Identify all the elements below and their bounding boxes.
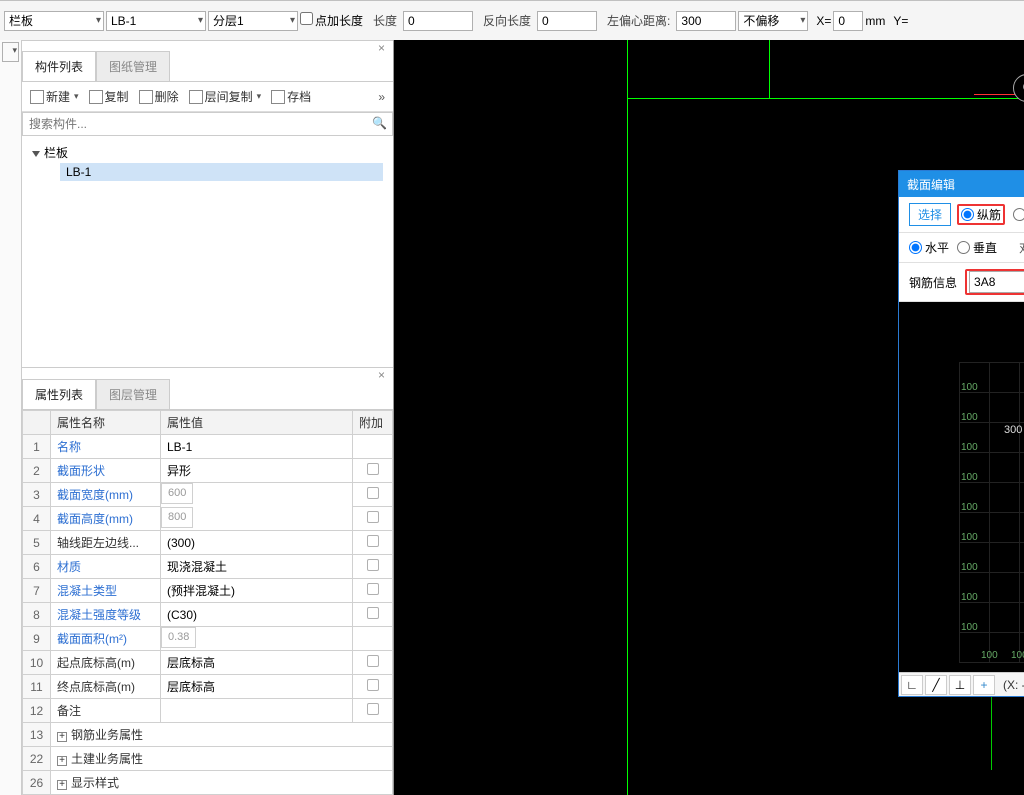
table-row[interactable]: 11终点底标高(m)层底标高 <box>23 675 393 699</box>
mm-label: mm <box>865 14 885 28</box>
dialog-title: 截面编辑 <box>907 176 955 193</box>
close-icon[interactable]: × <box>378 368 385 382</box>
table-row[interactable]: 26+显示样式 <box>23 771 393 795</box>
checkbox[interactable] <box>367 583 379 595</box>
snap-endpoint-icon[interactable]: ∟ <box>901 675 923 695</box>
copy-button[interactable]: 复制 <box>89 88 129 105</box>
component-search: 🔍 <box>22 112 393 136</box>
table-row[interactable]: 6材质现浇混凝土 <box>23 555 393 579</box>
checkbox[interactable] <box>367 679 379 691</box>
radio-longitudinal[interactable]: 纵筋 <box>961 206 1001 223</box>
snap-cross-icon[interactable]: + <box>973 675 995 695</box>
checkbox[interactable] <box>367 655 379 667</box>
radio-vertical[interactable]: 垂直 <box>957 239 997 256</box>
dim-300: 300 <box>1004 424 1022 436</box>
table-row[interactable]: 13+钢筋业务属性 <box>23 723 393 747</box>
highlight-rebar-group: 纵筋 <box>957 204 1005 225</box>
left-strip <box>0 40 22 795</box>
tab-component-list[interactable]: 构件列表 <box>22 51 96 81</box>
dialog-row-tools: 选择 纵筋 横筋 直线 ▾ 显示标注 手动设置参考线 ▾ 设置标高 删除 <box>899 197 1024 233</box>
radio-horizontal[interactable]: 水平 <box>909 239 949 256</box>
table-row[interactable]: 2截面形状异形 <box>23 459 393 483</box>
col-idx <box>23 411 51 435</box>
member-dropdown[interactable]: LB-1 <box>106 11 206 31</box>
expand-icon[interactable]: + <box>57 756 67 766</box>
table-row[interactable]: 7混凝土类型(预拌混凝土) <box>23 579 393 603</box>
category-dropdown[interactable]: 栏板 <box>4 11 104 31</box>
table-row[interactable]: 12备注 <box>23 699 393 723</box>
length-label: 长度 <box>365 12 401 29</box>
toolbar-more[interactable]: » <box>378 90 385 104</box>
section-edit-dialog: 截面编辑 × 选择 纵筋 横筋 直线 ▾ 显示标注 手动设置参考线 ▾ 设置标高… <box>898 170 1024 697</box>
table-row[interactable]: 5轴线距左边线...(300) <box>23 531 393 555</box>
props-tabs: 属性列表 图层管理 <box>22 382 393 410</box>
rev-length-label: 反向长度 <box>475 12 535 29</box>
rebar-info-input[interactable] <box>970 272 1024 292</box>
layer-copy-button[interactable]: 层间复制 <box>189 88 262 105</box>
col-addl: 附加 <box>353 411 393 435</box>
table-row[interactable]: 22+土建业务属性 <box>23 747 393 771</box>
y-label: Y= <box>893 14 908 28</box>
rev-length-input[interactable] <box>537 11 597 31</box>
left-pane: × 构件列表 图纸管理 新建 复制 删除 层间复制 存档 » 🔍 <box>0 40 394 795</box>
table-row[interactable]: 1名称LB-1 <box>23 435 393 459</box>
top-ribbon: 栏板 LB-1 分层1 点加长度 长度 反向长度 左偏心距离: 不偏移 X= m… <box>0 0 1024 40</box>
checkbox[interactable] <box>367 703 379 715</box>
checkbox[interactable] <box>367 511 379 523</box>
dialog-row-dir: 水平 垂直 对齐钢筋 <box>899 233 1024 263</box>
dialog-row-rebar: 钢筋信息 ▾ <box>899 263 1024 302</box>
x-label: X= <box>816 14 831 28</box>
status-coords: (X: -202 Y: 555)选择钢筋进行编辑，选择标注进行修改或移动； <box>1003 676 1024 693</box>
search-icon[interactable]: 🔍 <box>372 116 387 130</box>
archive-button[interactable]: 存档 <box>271 88 311 105</box>
radio-transverse[interactable]: 横筋 <box>1013 204 1024 225</box>
dialog-statusbar: ∟ ╱ ⊥ + (X: -202 Y: 555)选择钢筋进行编辑，选择标注进行修… <box>899 672 1024 696</box>
table-row[interactable]: 3截面宽度(mm)600 <box>23 483 393 507</box>
checkbox[interactable] <box>367 487 379 499</box>
new-button[interactable]: 新建 <box>30 88 79 105</box>
table-row[interactable]: 9截面面积(m²)0.38 <box>23 627 393 651</box>
x-input[interactable] <box>833 11 863 31</box>
model-canvas[interactable]: C 截面编辑 × 选择 纵筋 横筋 直线 ▾ 显示标注 手动设置参考线 ▾ 设置… <box>394 40 1024 795</box>
point-length-check[interactable]: 点加长度 <box>300 12 363 29</box>
checkbox[interactable] <box>367 607 379 619</box>
component-tabs: 构件列表 图纸管理 <box>22 54 393 82</box>
col-name: 属性名称 <box>51 411 161 435</box>
table-row[interactable]: 10起点底标高(m)层底标高 <box>23 651 393 675</box>
checkbox[interactable] <box>367 559 379 571</box>
layer-dropdown[interactable]: 分层1 <box>208 11 298 31</box>
strip-dropdown[interactable] <box>2 42 19 62</box>
tree-root[interactable]: 栏板 <box>32 142 383 163</box>
section-canvas[interactable]: 1001001001001001001001001001001001001001… <box>899 302 1024 672</box>
snap-mid-icon[interactable]: ╱ <box>925 675 947 695</box>
component-tree[interactable]: 栏板 LB-1 <box>22 136 393 367</box>
table-row[interactable]: 8混凝土强度等级(C30) <box>23 603 393 627</box>
close-icon[interactable]: × <box>378 41 385 55</box>
tab-layer-mgmt[interactable]: 图层管理 <box>96 379 170 409</box>
select-button[interactable]: 选择 <box>909 203 951 226</box>
tab-drawing-mgmt[interactable]: 图纸管理 <box>96 51 170 81</box>
checkbox[interactable] <box>367 535 379 547</box>
delete-button[interactable]: 删除 <box>139 88 179 105</box>
tree-leaf-lb1[interactable]: LB-1 <box>60 163 383 181</box>
property-table: 属性名称 属性值 附加 1名称LB-12截面形状异形3截面宽度(mm)6004截… <box>22 410 393 795</box>
search-input[interactable] <box>22 112 393 136</box>
left-ecc-label: 左偏心距离: <box>599 12 674 29</box>
snap-perp-icon[interactable]: ⊥ <box>949 675 971 695</box>
dialog-titlebar[interactable]: 截面编辑 × <box>899 171 1024 197</box>
align-rebar-button[interactable]: 对齐钢筋 <box>1019 239 1024 256</box>
left-ecc-input[interactable] <box>676 11 736 31</box>
col-val: 属性值 <box>161 411 353 435</box>
tab-props-list[interactable]: 属性列表 <box>22 379 96 409</box>
length-input[interactable] <box>403 11 473 31</box>
highlight-rebar-value: ▾ <box>965 269 1024 295</box>
table-row[interactable]: 4截面高度(mm)800 <box>23 507 393 531</box>
checkbox[interactable] <box>367 463 379 475</box>
expand-icon[interactable]: + <box>57 780 67 790</box>
offset-dropdown[interactable]: 不偏移 <box>738 11 808 31</box>
component-toolbar: 新建 复制 删除 层间复制 存档 » <box>22 82 393 112</box>
rebar-info-label: 钢筋信息 <box>909 274 957 291</box>
expand-icon[interactable]: + <box>57 732 67 742</box>
